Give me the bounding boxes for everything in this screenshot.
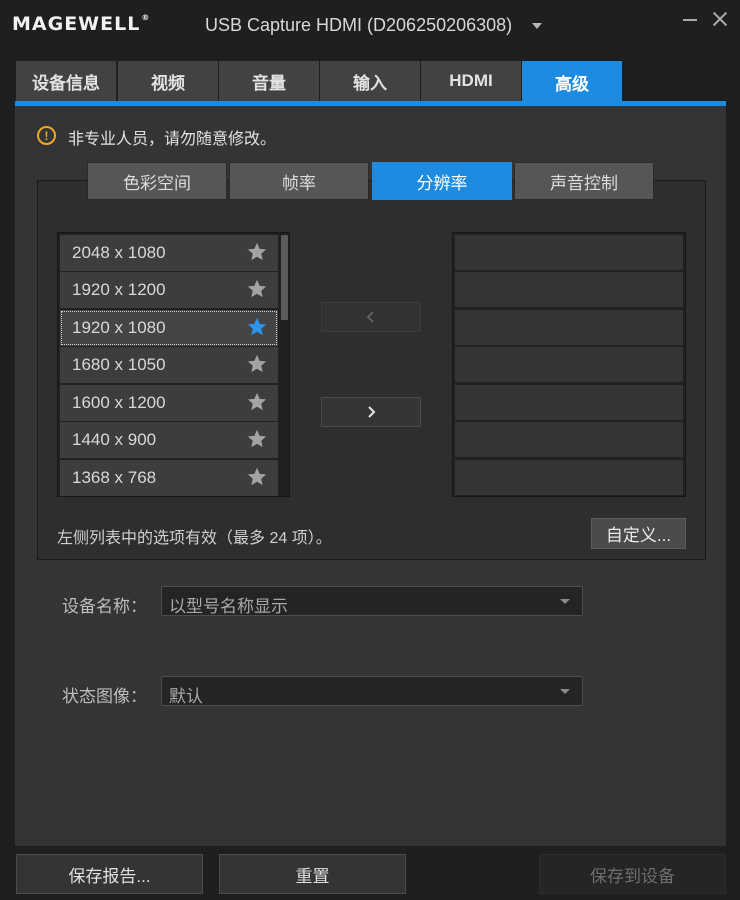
list-hint-text: 左侧列表中的选项有效（最多 24 项）。 bbox=[57, 530, 332, 547]
star-icon[interactable] bbox=[246, 316, 268, 338]
enabled-resolution-list[interactable]: 2048 x 1080 1920 x 1200 1920 x 1080 1680… bbox=[57, 232, 290, 497]
subtab-frame-rate[interactable]: 帧率 bbox=[229, 162, 369, 200]
list-item[interactable]: 1368 x 768 bbox=[60, 460, 278, 496]
resolution-label: 1920 x 1080 bbox=[72, 318, 166, 337]
custom-button[interactable]: 自定义... bbox=[591, 518, 686, 549]
title-bar: MAGEWELL® USB Capture HDMI (D20625020630… bbox=[0, 0, 740, 52]
minimize-icon[interactable] bbox=[683, 19, 697, 21]
chevron-right-icon bbox=[368, 406, 376, 418]
status-image-select[interactable]: 默认 bbox=[161, 676, 583, 706]
scrollbar-thumb[interactable] bbox=[281, 235, 288, 320]
chevron-left-icon bbox=[366, 311, 374, 323]
resolution-label: 1440 x 900 bbox=[72, 430, 157, 449]
list-item[interactable]: 1920 x 1200 bbox=[60, 272, 278, 308]
star-icon[interactable] bbox=[246, 353, 268, 375]
list-item[interactable]: 1680 x 1050 bbox=[60, 347, 278, 383]
tab-hdmi[interactable]: HDMI bbox=[421, 61, 521, 101]
device-name-select[interactable]: 以型号名称显示 bbox=[161, 586, 583, 616]
star-icon[interactable] bbox=[246, 428, 268, 450]
tab-volume[interactable]: 音量 bbox=[219, 61, 319, 101]
star-icon[interactable] bbox=[246, 391, 268, 413]
star-icon[interactable] bbox=[246, 466, 268, 488]
empty-list-slot bbox=[455, 347, 683, 382]
list-scrollbar[interactable] bbox=[280, 233, 289, 496]
empty-list-slot bbox=[455, 272, 683, 307]
star-icon[interactable] bbox=[246, 241, 268, 263]
empty-list-slot bbox=[455, 422, 683, 457]
status-image-label: 状态图像： bbox=[62, 687, 147, 706]
magewell-logo: MAGEWELL® bbox=[12, 13, 151, 35]
device-selector-title[interactable]: USB Capture HDMI (D206250206308) bbox=[205, 15, 512, 36]
warning-text: 非专业人员，请勿随意修改。 bbox=[68, 131, 277, 148]
empty-list-slot bbox=[455, 460, 683, 495]
chevron-down-icon bbox=[560, 599, 570, 604]
tab-video[interactable]: 视频 bbox=[118, 61, 218, 101]
device-name-value: 以型号名称显示 bbox=[169, 597, 288, 616]
subtab-audio-control[interactable]: 声音控制 bbox=[514, 162, 654, 200]
star-icon[interactable] bbox=[246, 278, 268, 300]
empty-list-slot bbox=[455, 235, 683, 270]
tab-device-info[interactable]: 设备信息 bbox=[16, 61, 116, 101]
status-image-value: 默认 bbox=[169, 687, 203, 706]
save-report-button[interactable]: 保存报告... bbox=[16, 854, 203, 894]
reset-button[interactable]: 重置 bbox=[219, 854, 406, 894]
chevron-down-icon bbox=[560, 689, 570, 694]
resolution-label: 1920 x 1200 bbox=[72, 280, 166, 299]
chevron-down-icon[interactable] bbox=[532, 23, 542, 29]
resolution-label: 1680 x 1050 bbox=[72, 355, 166, 374]
list-item[interactable]: 1440 x 900 bbox=[60, 422, 278, 458]
list-item[interactable]: 1600 x 1200 bbox=[60, 385, 278, 421]
resolution-label: 1368 x 768 bbox=[72, 468, 157, 487]
warning-icon: ! bbox=[37, 126, 56, 145]
disabled-resolution-list[interactable] bbox=[452, 232, 686, 497]
list-item-selected[interactable]: 1920 x 1080 bbox=[60, 310, 278, 346]
resolution-label: 1600 x 1200 bbox=[72, 393, 166, 412]
move-right-button[interactable] bbox=[321, 397, 421, 427]
subtab-color-space[interactable]: 色彩空间 bbox=[87, 162, 227, 200]
resolution-label: 2048 x 1080 bbox=[72, 243, 166, 262]
tab-input[interactable]: 输入 bbox=[320, 61, 420, 101]
tab-advanced[interactable]: 高级 bbox=[522, 61, 622, 103]
empty-list-slot bbox=[455, 310, 683, 345]
move-left-button[interactable] bbox=[321, 302, 421, 332]
save-to-device-button[interactable]: 保存到设备 bbox=[539, 854, 726, 894]
close-icon[interactable] bbox=[710, 9, 730, 29]
subtab-resolution[interactable]: 分辨率 bbox=[372, 162, 512, 200]
device-name-label: 设备名称： bbox=[62, 597, 147, 616]
empty-list-slot bbox=[455, 385, 683, 420]
list-item[interactable]: 2048 x 1080 bbox=[60, 235, 278, 271]
